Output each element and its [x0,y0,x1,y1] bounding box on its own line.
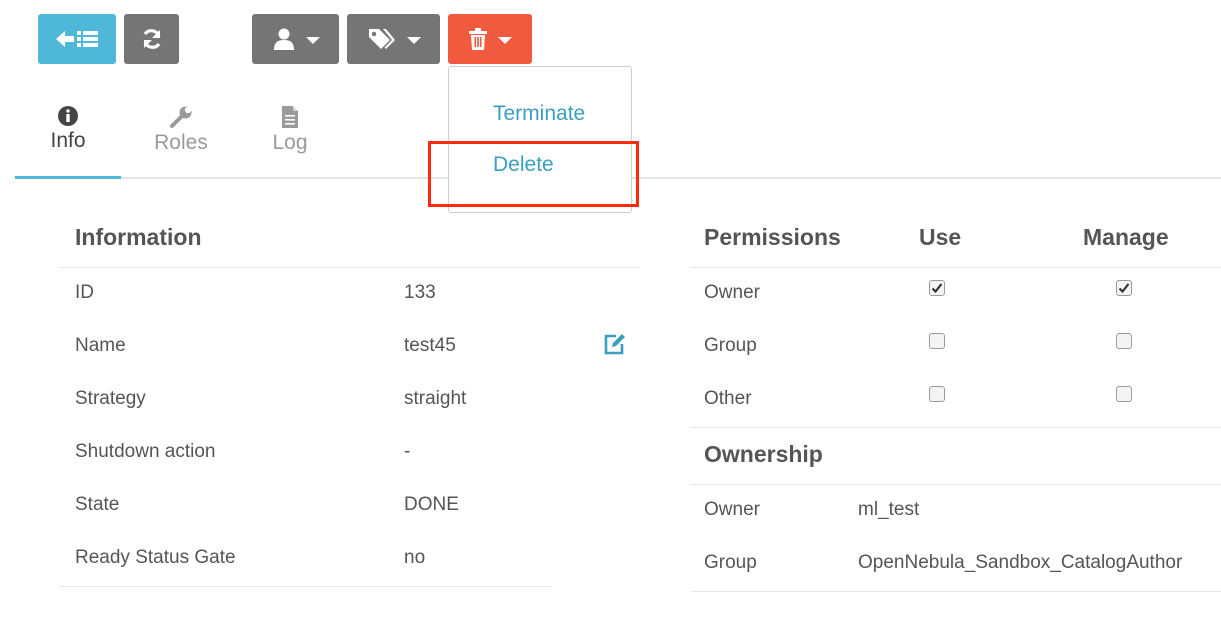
info-value-shutdown-action: - [404,441,411,462]
refresh-icon [140,27,164,51]
ownership-title: Ownership [704,441,823,467]
ownership-key-owner: Owner [704,499,760,520]
file-icon [280,105,300,129]
active-tab-indicator [15,176,121,179]
info-value-state: DONE [404,494,459,515]
permissions-col-manage: Manage [1083,224,1169,250]
permission-row-owner: Owner [704,282,760,303]
divider [60,267,640,268]
ownership-value-owner: ml_test [858,499,920,520]
divider [691,591,1221,592]
owner-use-checkbox[interactable] [929,280,945,296]
info-key-name: Name [75,335,126,356]
owner-manage-checkbox[interactable] [1116,280,1132,296]
info-value-id: 133 [404,282,436,303]
delete-dropdown-menu: Terminate Delete [448,66,632,213]
tab-log[interactable]: Log [237,105,343,155]
ownership-value-group: OpenNebula_Sandbox_CatalogAuthor [858,552,1183,573]
edit-icon[interactable] [603,333,627,355]
back-to-list-button[interactable] [38,14,116,64]
tab-roles[interactable]: Roles [128,105,234,155]
divider [691,484,1221,485]
menu-item-terminate[interactable]: Terminate [493,102,585,126]
other-manage-checkbox[interactable] [1116,386,1132,402]
divider [691,427,1221,428]
wrench-icon [169,105,193,129]
info-key-shutdown-action: Shutdown action [75,441,216,462]
group-manage-checkbox[interactable] [1116,333,1132,349]
tab-label: Info [50,129,86,152]
info-value-strategy: straight [404,388,467,409]
info-icon [57,105,79,127]
tags-icon [367,27,397,51]
caret-down-icon [305,36,320,44]
labels-button[interactable] [347,14,440,64]
trash-icon [468,28,488,50]
divider [60,586,552,587]
back-to-list-icon [54,27,100,51]
caret-down-icon [406,36,421,44]
divider [691,267,1221,268]
refresh-button[interactable] [124,14,179,64]
menu-item-delete[interactable]: Delete [493,153,554,177]
other-use-checkbox[interactable] [929,386,945,402]
ownership-key-group: Group [704,552,757,573]
info-key-strategy: Strategy [75,388,146,409]
group-use-checkbox[interactable] [929,333,945,349]
caret-down-icon [498,36,512,44]
change-owner-button[interactable] [252,14,339,64]
tab-label: Roles [154,131,208,154]
permissions-col-use: Use [919,224,962,250]
info-key-ready-status-gate: Ready Status Gate [75,547,236,568]
delete-menu-button[interactable] [448,14,532,64]
tab-label: Log [272,131,308,154]
info-key-state: State [75,494,120,515]
permissions-title: Permissions [704,224,841,250]
info-value-name: test45 [404,335,456,356]
info-value-ready-status-gate: no [404,547,426,568]
tab-info[interactable]: Info [15,105,121,153]
permission-row-group: Group [704,335,757,356]
user-icon [272,27,296,51]
info-key-id: ID [75,282,94,303]
information-title: Information [75,224,202,250]
permission-row-other: Other [704,388,752,409]
